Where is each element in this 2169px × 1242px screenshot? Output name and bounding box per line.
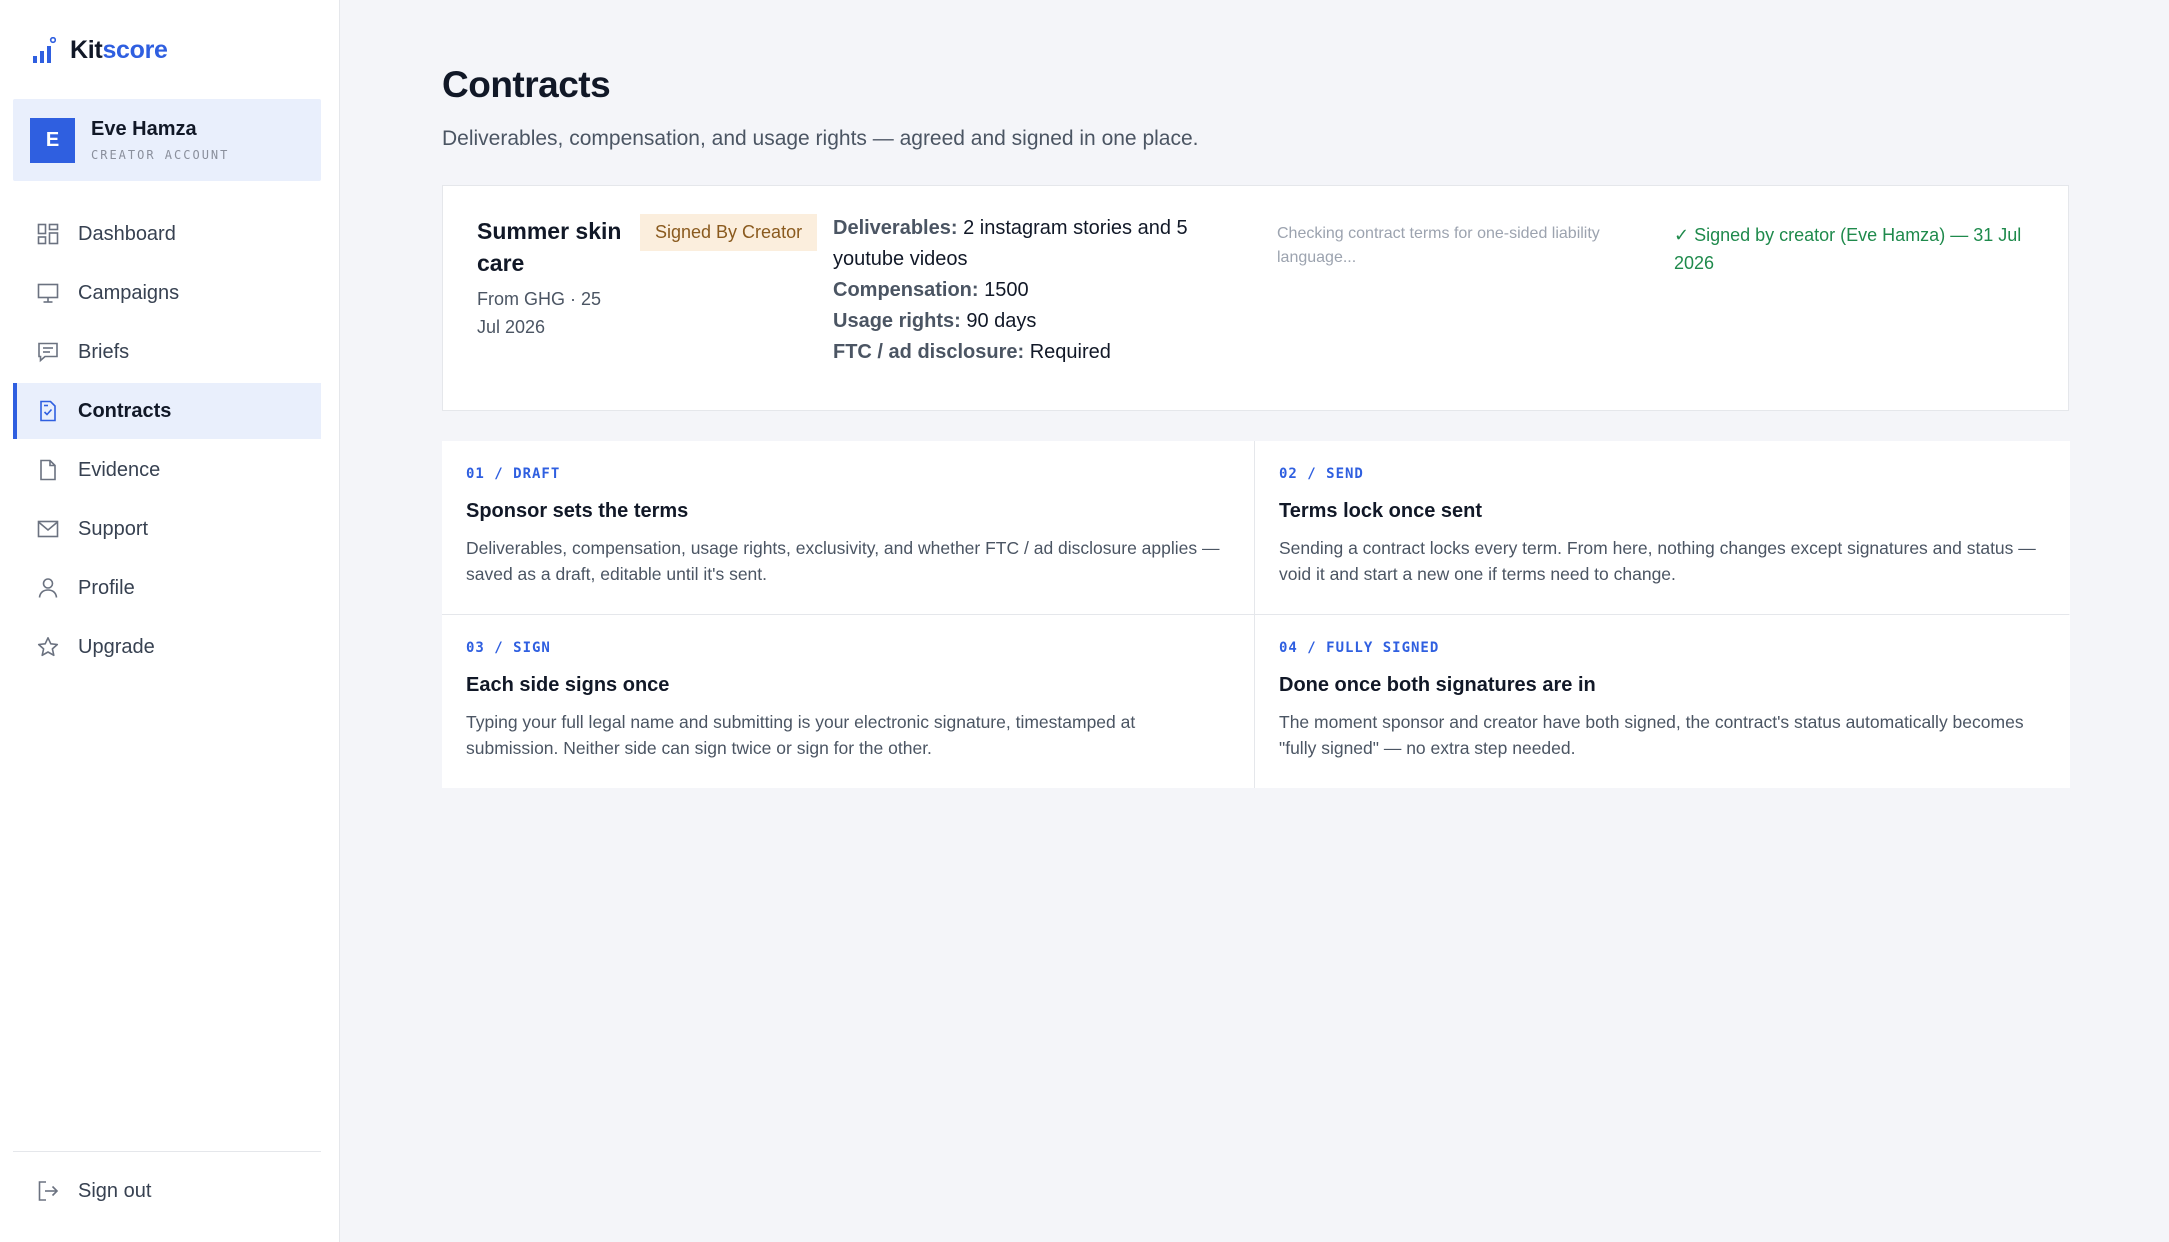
account-card: E Eve Hamza CREATOR ACCOUNT (13, 99, 321, 181)
step-title: Sponsor sets the terms (466, 500, 689, 522)
step-tag: 01 / DRAFT (466, 466, 561, 482)
sidebar-item-campaigns[interactable]: Campaigns (13, 265, 321, 321)
sidebar-item-label: Dashboard (78, 222, 176, 245)
step-card-sign: 03 / SIGN Each side signs once Typing yo… (442, 615, 1254, 788)
sign-out-button[interactable]: Sign out (13, 1163, 321, 1219)
monitor-icon (35, 281, 60, 306)
step-card-send: 02 / SEND Terms lock once sent Sending a… (1255, 441, 2070, 614)
account-name: Eve Hamza (91, 118, 197, 140)
step-text: Typing your full legal name and submitti… (466, 712, 1136, 758)
step-title: Each side signs once (466, 674, 670, 696)
sidebar-item-label: Evidence (78, 458, 161, 481)
contract-terms: Deliverables: 2 instagram stories and 5 … (833, 213, 1233, 368)
sidebar-item-profile[interactable]: Profile (13, 560, 321, 616)
sidebar-item-dashboard[interactable]: Dashboard (13, 206, 321, 262)
star-icon (35, 635, 60, 660)
step-text: Sending a contract locks every term. Fro… (1279, 538, 2036, 584)
step-card-fully-signed: 04 / FULLY SIGNED Done once both signatu… (1255, 615, 2070, 788)
sidebar-divider (13, 1151, 321, 1152)
step-text: Deliverables, compensation, usage rights… (466, 538, 1220, 584)
sidebar-item-evidence[interactable]: Evidence (13, 442, 321, 498)
term-compensation: Compensation: 1500 (833, 279, 1029, 301)
sidebar-item-support[interactable]: Support (13, 501, 321, 557)
sidebar-item-label: Upgrade (78, 635, 155, 658)
account-role: CREATOR ACCOUNT (91, 148, 230, 162)
dashboard-grid-icon (35, 222, 60, 247)
chat-bubble-icon (35, 340, 60, 365)
contract-document-icon (35, 399, 60, 424)
sign-out-label: Sign out (78, 1179, 152, 1202)
step-tag: 03 / SIGN (466, 640, 551, 656)
status-badge: Signed By Creator (640, 214, 818, 251)
page-title: Contracts (442, 64, 611, 105)
step-title: Done once both signatures are in (1279, 674, 1596, 696)
bar-chart-logo-icon (32, 36, 57, 65)
sidebar-item-label: Support (78, 517, 149, 540)
sidebar: Kitscore E Eve Hamza CREATOR ACCOUNT Das… (0, 0, 340, 1242)
user-icon (35, 576, 60, 601)
signed-status-note: ✓ Signed by creator (Eve Hamza) — 31 Jul… (1674, 225, 2022, 273)
contract-from: From GHG · 25 Jul 2026 (477, 289, 602, 337)
step-card-draft: 01 / DRAFT Sponsor sets the terms Delive… (442, 441, 1254, 614)
step-text: The moment sponsor and creator have both… (1279, 712, 2024, 758)
contract-title: Summer skin care (477, 218, 622, 276)
avatar: E (30, 117, 75, 163)
sidebar-item-label: Contracts (78, 399, 172, 422)
term-deliverables: Deliverables: 2 instagram stories and 5 … (833, 217, 1188, 270)
sidebar-item-upgrade[interactable]: Upgrade (13, 619, 321, 675)
brand-logo-link[interactable]: Kitscore (32, 36, 168, 65)
term-ftc-disclosure: FTC / ad disclosure: Required (833, 341, 1111, 363)
sidebar-nav: Dashboard Campaigns Briefs Contracts Evi… (13, 206, 321, 678)
step-tag: 02 / SEND (1279, 466, 1364, 482)
sign-out-icon (35, 1179, 60, 1204)
mail-icon (35, 517, 60, 542)
sidebar-item-briefs[interactable]: Briefs (13, 324, 321, 380)
contract-card[interactable]: Summer skin care From GHG · 25 Jul 2026 … (442, 185, 2069, 411)
contract-steps-grid: 01 / DRAFT Sponsor sets the terms Delive… (442, 441, 2070, 788)
file-icon (35, 458, 60, 483)
sidebar-item-label: Campaigns (78, 281, 180, 304)
page-subtitle: Deliverables, compensation, and usage ri… (442, 127, 1199, 150)
step-title: Terms lock once sent (1279, 500, 1483, 522)
sidebar-item-label: Profile (78, 576, 135, 599)
term-usage-rights: Usage rights: 90 days (833, 310, 1037, 332)
brand-name: Kitscore (70, 36, 168, 64)
sidebar-item-label: Briefs (78, 340, 130, 363)
sidebar-item-contracts[interactable]: Contracts (13, 383, 321, 439)
liability-check-note: Checking contract terms for one-sided li… (1277, 225, 1600, 266)
step-tag: 04 / FULLY SIGNED (1279, 640, 1440, 656)
